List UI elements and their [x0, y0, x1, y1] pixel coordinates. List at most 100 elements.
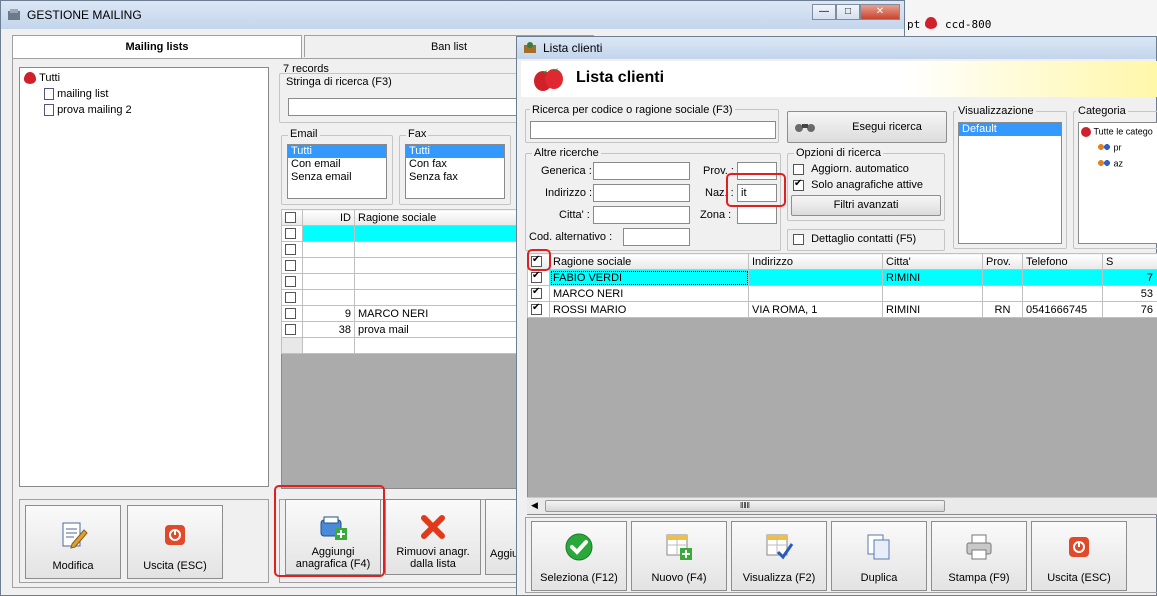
row-checkbox[interactable] — [281, 257, 303, 274]
maximize-button[interactable]: □ — [836, 4, 860, 20]
column-header-telefono[interactable]: Telefono — [1022, 253, 1103, 270]
column-header-id[interactable]: ID — [302, 209, 355, 226]
table-row[interactable] — [281, 257, 522, 274]
categoria-root-label: Tutte le catego — [1093, 126, 1153, 137]
row-checkbox[interactable] — [527, 269, 550, 286]
duplica-button[interactable]: Duplica — [831, 521, 927, 591]
row-checkbox[interactable] — [281, 289, 303, 306]
row-checkbox[interactable] — [281, 273, 303, 290]
highlight-aggiungi — [274, 485, 385, 577]
nuovo-label: Nuovo (F4) — [651, 572, 707, 584]
table-row[interactable] — [281, 241, 522, 258]
row-checkbox[interactable] — [281, 241, 303, 258]
check-circle-icon — [565, 533, 593, 561]
column-header-prov[interactable]: Prov. — [982, 253, 1023, 270]
main-titlebar: GESTIONE MAILING — [1, 1, 904, 29]
search-code-label: Ricerca per codice o ragione sociale (F3… — [530, 104, 735, 116]
horizontal-scrollbar[interactable]: ◀ ‖‖‖ — [527, 497, 1157, 514]
table-row[interactable] — [281, 289, 522, 306]
scrollbar-thumb[interactable]: ‖‖‖ — [545, 500, 945, 512]
cell-indirizzo — [748, 285, 883, 302]
cell-id: 9 — [302, 305, 355, 322]
view-option-default[interactable]: Default — [959, 123, 1061, 136]
cell-ragione: MARCO NERI — [549, 285, 749, 302]
rimuovi-anagrafica-button[interactable]: Rimuovi anagr. dalla lista — [385, 499, 481, 575]
citta-label: Citta' : — [559, 209, 590, 221]
email-option-con-email[interactable]: Con email — [288, 158, 386, 171]
fax-option-senza-fax[interactable]: Senza fax — [406, 171, 504, 184]
row-checkbox[interactable] — [281, 305, 303, 322]
categoria-root[interactable]: Tutte le catego — [1081, 126, 1153, 137]
generica-input[interactable] — [593, 162, 690, 180]
categoria-item-pr[interactable]: pr — [1097, 142, 1122, 153]
dialog-uscita-button[interactable]: Uscita (ESC) — [1031, 521, 1127, 591]
opzioni-label: Opzioni di ricerca — [794, 147, 883, 159]
mailing-tree[interactable]: Tutti mailing list prova mailing 2 — [19, 67, 269, 487]
fax-option-tutti[interactable]: Tutti — [406, 145, 504, 158]
scroll-left-arrow-icon[interactable]: ◀ — [531, 500, 538, 511]
minimize-button[interactable]: — — [812, 4, 836, 20]
select-all-checkbox[interactable] — [281, 209, 303, 226]
email-group: Email Tutti Con email Senza email — [281, 128, 393, 205]
fax-option-con-fax[interactable]: Con fax — [406, 158, 504, 171]
aggiorn-check[interactable] — [793, 163, 804, 175]
tree-item-mailing-list[interactable]: mailing list — [44, 88, 108, 101]
indirizzo-input[interactable] — [593, 184, 690, 202]
table-row[interactable]: FABIO VERDI RIMINI 7 — [527, 269, 1157, 286]
dettaglio-check[interactable] — [793, 233, 804, 245]
zona-input[interactable] — [737, 206, 777, 224]
stampa-button[interactable]: Stampa (F9) — [931, 521, 1027, 591]
search-code-input[interactable] — [530, 121, 776, 139]
categoria-tree[interactable]: Tutte le catego pr az — [1078, 122, 1157, 244]
uscita-button[interactable]: Uscita (ESC) — [127, 505, 223, 579]
fax-listbox[interactable]: Tutti Con fax Senza fax — [405, 144, 505, 199]
email-option-senza-email[interactable]: Senza email — [288, 171, 386, 184]
aggiorn-automatico-checkbox[interactable]: Aggiorn. automatico — [793, 163, 909, 175]
table-row[interactable]: ROSSI MARIO VIA ROMA, 1 RIMINI RN 054166… — [527, 301, 1157, 318]
dialog-header-banner: Lista clienti — [521, 61, 1157, 97]
table-row[interactable]: 9 MARCO NERI — [281, 305, 522, 322]
table-row[interactable]: 38 prova mail — [281, 321, 522, 338]
esegui-ricerca-button[interactable]: Esegui ricerca — [787, 111, 947, 143]
tree-item-prova-mailing-2[interactable]: prova mailing 2 — [44, 104, 132, 117]
categoria-item-az[interactable]: az — [1097, 158, 1123, 169]
email-option-tutti[interactable]: Tutti — [288, 145, 386, 158]
categoria-group: Categoria Tutte le catego pr az — [1073, 105, 1157, 249]
email-group-label: Email — [288, 128, 320, 140]
row-checkbox[interactable] — [281, 225, 303, 242]
column-header-indirizzo[interactable]: Indirizzo — [748, 253, 883, 270]
column-header-s[interactable]: S — [1102, 253, 1157, 270]
column-header-citta[interactable]: Citta' — [882, 253, 983, 270]
row-checkbox[interactable] — [281, 321, 303, 338]
solo-attive-check[interactable] — [793, 178, 804, 191]
row-checkbox[interactable] — [527, 301, 550, 318]
modifica-button[interactable]: Modifica — [25, 505, 121, 579]
email-listbox[interactable]: Tutti Con email Senza email — [287, 144, 387, 199]
citta-input[interactable] — [593, 206, 690, 224]
solo-attive-checkbox[interactable]: Solo anagrafiche attive — [793, 178, 923, 191]
column-header-ragione[interactable]: Ragione sociale — [354, 209, 522, 226]
nuovo-button[interactable]: Nuovo (F4) — [631, 521, 727, 591]
filtri-avanzati-button[interactable]: Filtri avanzati — [791, 195, 941, 216]
cell-prov: RN — [982, 301, 1023, 318]
table-row[interactable]: MARCO NERI 53 — [527, 285, 1157, 302]
search-string-input[interactable] — [288, 98, 518, 116]
cell-prov — [982, 285, 1023, 302]
dettaglio-contatti-checkbox[interactable]: Dettaglio contatti (F5) — [793, 233, 916, 245]
cell-ragione: MARCO NERI — [354, 305, 522, 322]
visualizzazione-listbox[interactable]: Default — [958, 122, 1062, 244]
table-row[interactable] — [281, 225, 522, 242]
close-button[interactable]: ✕ — [860, 4, 900, 20]
visualizza-button[interactable]: Visualizza (F2) — [731, 521, 827, 591]
background-ccd-text: ccd-800 — [945, 18, 992, 31]
members-grid: ID Ragione sociale 9 MARCO NERI 38 prova m… — [281, 209, 522, 354]
cod-alternativo-input[interactable] — [623, 228, 690, 246]
table-row-new[interactable] — [281, 337, 522, 354]
table-row[interactable] — [281, 273, 522, 290]
cell-citta: RIMINI — [882, 269, 983, 286]
seleziona-button[interactable]: Seleziona (F12) — [531, 521, 627, 591]
tree-root[interactable]: Tutti — [24, 72, 60, 85]
tab-mailing-lists[interactable]: Mailing lists — [12, 35, 302, 59]
column-header-ragione[interactable]: Ragione sociale — [549, 253, 749, 270]
row-checkbox[interactable] — [527, 285, 550, 302]
